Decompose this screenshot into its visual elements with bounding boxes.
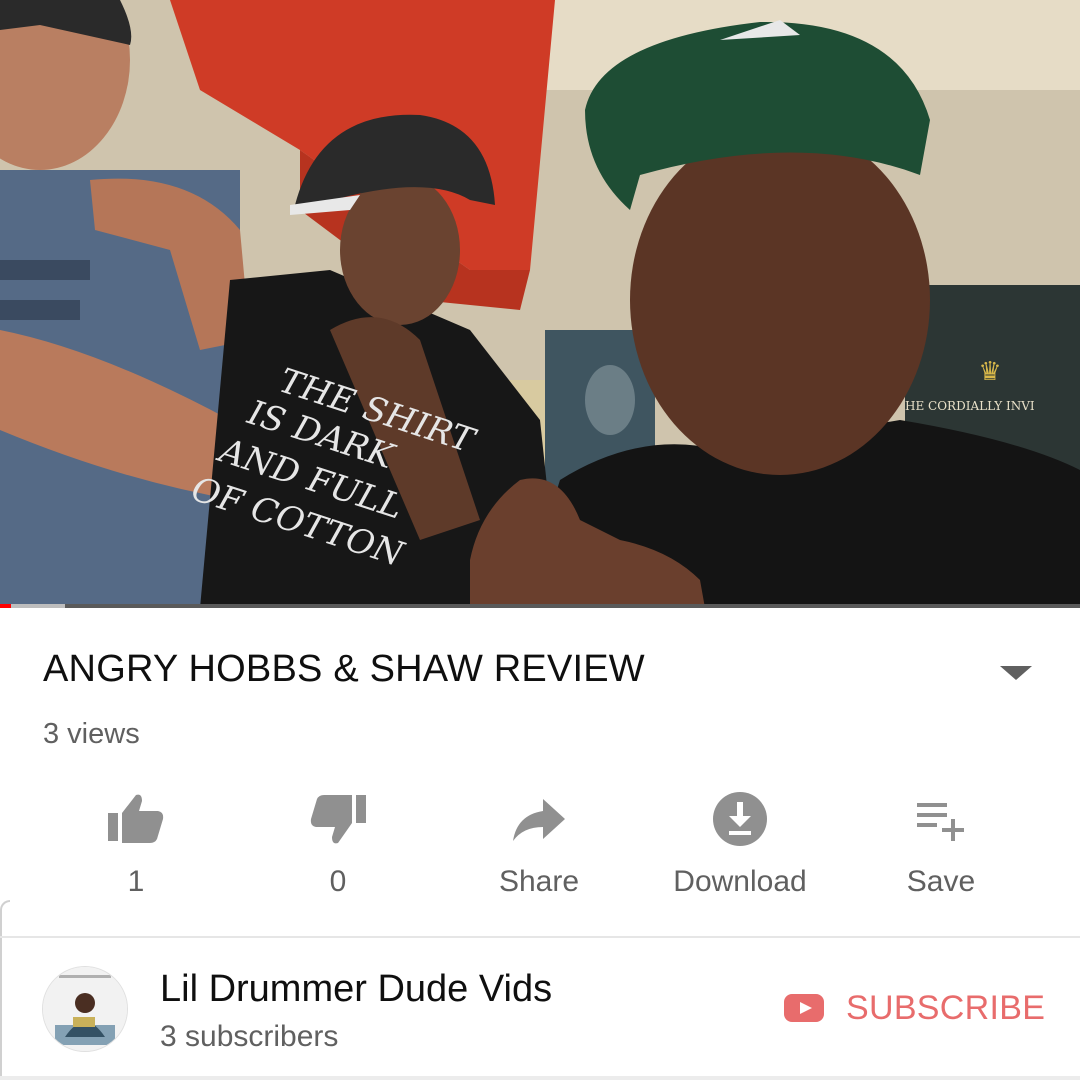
download-circle-icon [713, 792, 767, 846]
video-title: ANGRY HOBBS & SHAW REVIEW [43, 648, 645, 690]
like-count: 1 [127, 865, 145, 898]
subscribe-label: SUBSCRIBE [846, 988, 1046, 1027]
subscribe-button[interactable]: SUBSCRIBE [784, 986, 1045, 1030]
progress-played [0, 604, 11, 608]
chevron-down-icon [1000, 666, 1032, 680]
subscriber-count: 3 subscribers [160, 1020, 339, 1053]
download-label: Download [673, 865, 807, 898]
share-arrow-icon [513, 799, 565, 841]
share-label: Share [498, 865, 580, 898]
like-button[interactable]: 1 [36, 785, 236, 905]
save-button[interactable]: Save [841, 785, 1041, 905]
action-bar: 1 0 Share Download Save [36, 785, 1046, 905]
youtube-play-icon [784, 994, 824, 1022]
bottom-divider [0, 1076, 1080, 1080]
video-player[interactable]: ♛ HE CORDIALLY INVI THE SHIRT IS DARK AN… [0, 0, 1080, 608]
channel-name[interactable]: Lil Drummer Dude Vids [160, 968, 552, 1011]
share-button[interactable]: Share [439, 785, 639, 905]
poster-text: HE CORDIALLY INVI [905, 399, 1035, 413]
dislike-count: 0 [329, 865, 347, 898]
channel-row: Lil Drummer Dude Vids 3 subscribers SUBS… [0, 938, 1080, 1080]
expand-description-button[interactable] [996, 658, 1036, 688]
thumbs-up-icon [108, 794, 164, 843]
thumbs-down-icon [310, 795, 366, 844]
save-label: Save [906, 865, 976, 898]
playlist-add-icon [917, 803, 964, 841]
svg-text:♛: ♛ [978, 357, 1001, 387]
channel-avatar[interactable] [42, 966, 128, 1052]
progress-bar[interactable] [0, 604, 1080, 608]
dislike-button[interactable]: 0 [238, 785, 438, 905]
download-button[interactable]: Download [640, 785, 840, 905]
video-frame: ♛ HE CORDIALLY INVI THE SHIRT IS DARK AN… [0, 0, 1080, 608]
avatar-image [43, 967, 127, 1051]
view-count: 3 views [43, 718, 140, 750]
